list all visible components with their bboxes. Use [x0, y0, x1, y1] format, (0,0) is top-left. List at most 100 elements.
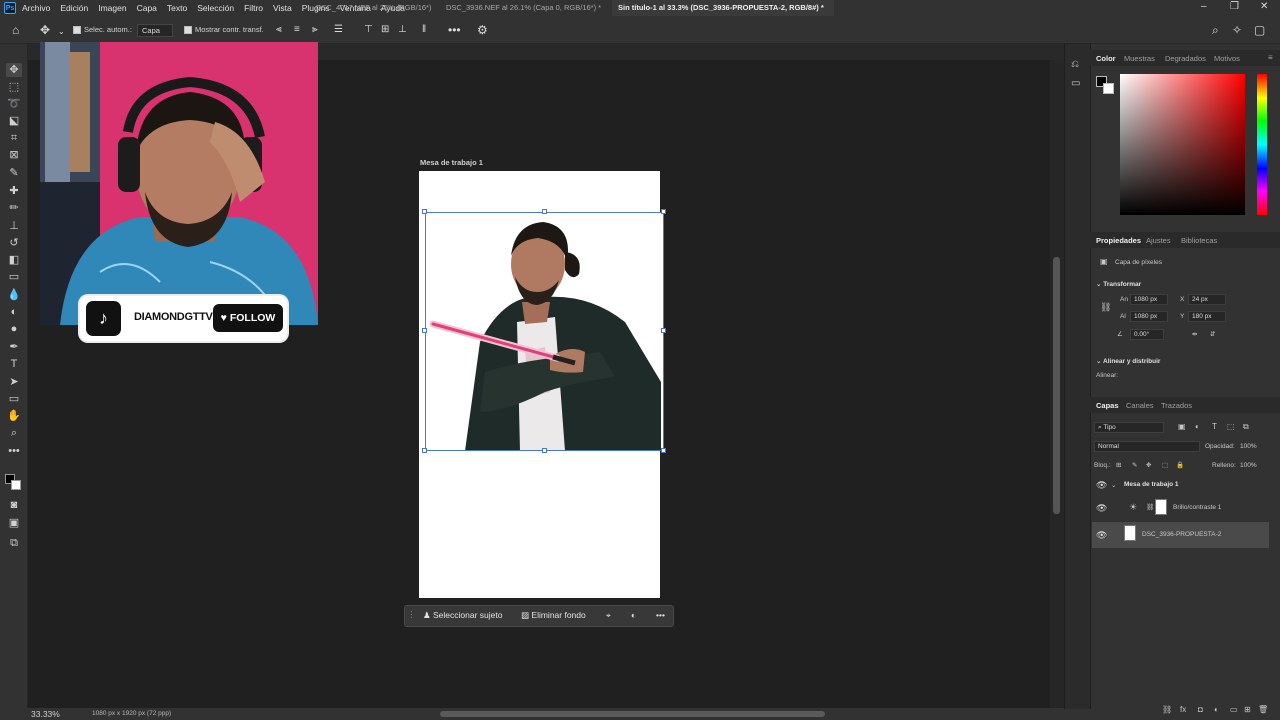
layer-thumbnail[interactable] — [1124, 525, 1136, 541]
move-tool-icon[interactable]: ✥ — [40, 23, 50, 37]
angle-field[interactable]: 0.00° — [1130, 329, 1164, 340]
lasso-tool-icon[interactable]: ➰ — [6, 97, 22, 111]
tab-dsc4017[interactable]: DSC_4017.NEF al 25% (RGB/16*) — [310, 0, 438, 16]
x-field[interactable]: 24 px — [1188, 294, 1226, 305]
zoom-level[interactable]: 33.33% — [31, 709, 60, 719]
show-transform-checkbox[interactable] — [184, 26, 192, 34]
new-layer-icon[interactable]: ⊞ — [1244, 705, 1251, 714]
new-adjustment-icon[interactable]: ◐ — [1214, 705, 1219, 714]
auto-select-dropdown[interactable]: Capa — [137, 24, 173, 37]
gradient-icon[interactable]: ▭ — [6, 270, 22, 284]
document-info[interactable]: 1080 px x 1920 px (72 ppp) — [92, 710, 171, 717]
lock-position-icon[interactable]: ✥ — [1146, 461, 1151, 469]
tab-propiedades[interactable]: Propiedades — [1096, 236, 1141, 245]
transform-handle-bottom-left[interactable] — [422, 448, 427, 453]
layer-name[interactable]: Brillo/contraste 1 — [1173, 504, 1221, 511]
hue-slider[interactable] — [1257, 74, 1267, 215]
select-subject-button[interactable]: ♟ Seleccionar sujeto — [423, 610, 502, 621]
close-window-icon[interactable]: ✕ — [1260, 1, 1268, 12]
vertical-scroll-thumb[interactable] — [1053, 257, 1060, 514]
comments-panel-icon[interactable]: ▭ — [1071, 78, 1080, 89]
color-background-swatch[interactable] — [1103, 83, 1114, 94]
distribute-icon[interactable]: ☰ — [334, 23, 343, 37]
align-right-icon[interactable]: ⫸ — [312, 23, 318, 37]
transform-bounding-box[interactable] — [425, 212, 664, 451]
path-select-icon[interactable]: ➤ — [6, 375, 22, 389]
healing-brush-icon[interactable]: ✚ — [6, 184, 22, 198]
layer-mask-thumbnail[interactable] — [1155, 499, 1167, 515]
transform-handle-bottom-right[interactable] — [661, 448, 666, 453]
zoom-tool-icon[interactable]: ⌕ — [6, 426, 22, 440]
width-field[interactable]: 1080 px — [1130, 294, 1168, 305]
tab-dsc3936[interactable]: DSC_3936.NEF al 26.1% (Capa 0, RGB/16*) … — [440, 0, 610, 16]
workspace-icon[interactable]: ▢ — [1254, 23, 1265, 37]
blur-icon[interactable]: 💧 — [6, 288, 22, 302]
extras-icon[interactable]: ⧉ — [6, 536, 22, 550]
tab-canales[interactable]: Canales — [1126, 401, 1154, 410]
transform-icon[interactable]: ⌖ — [606, 610, 611, 621]
filter-pixel-icon[interactable]: ▣ — [1178, 422, 1186, 431]
discover-icon[interactable]: ✧ — [1232, 23, 1242, 37]
edit-toolbar-icon[interactable]: ••• — [6, 444, 22, 458]
layer-name[interactable]: DSC_3936-PROPUESTA-2 — [1142, 531, 1221, 538]
fx-icon[interactable]: fx — [1180, 705, 1186, 714]
remove-background-button[interactable]: ▨ Eliminar fondo — [521, 610, 586, 621]
marquee-tool-icon[interactable]: ⬚ — [6, 80, 22, 94]
lock-all-icon[interactable]: 🔒 — [1176, 461, 1184, 469]
align-section-title[interactable]: ⌄ Alinear y distribuir — [1096, 357, 1160, 365]
eye-icon[interactable]: 👁 — [1096, 480, 1107, 491]
new-group-icon[interactable]: ▭ — [1230, 705, 1238, 714]
transform-handle-top-right[interactable] — [661, 209, 666, 214]
eye-icon[interactable]: 👁 — [1096, 503, 1107, 514]
flip-horizontal-icon[interactable]: ⇹ — [1192, 330, 1197, 338]
type-tool-icon[interactable]: T — [6, 357, 22, 371]
lock-artboard-icon[interactable]: ⬚ — [1162, 461, 1168, 469]
height-field[interactable]: 1080 px — [1130, 311, 1168, 322]
menu-archivo[interactable]: Archivo — [22, 3, 50, 13]
adjustment-icon[interactable]: ◐ — [631, 610, 636, 620]
filter-type-icon[interactable]: T — [1212, 422, 1217, 431]
align-top-icon[interactable]: ⊤ — [364, 23, 373, 37]
transform-handle-top[interactable] — [542, 209, 547, 214]
dodge-icon[interactable]: ◐ — [6, 305, 22, 319]
tab-color[interactable]: Color — [1096, 54, 1116, 63]
menu-capa[interactable]: Capa — [137, 3, 157, 13]
auto-select-checkbox[interactable] — [73, 26, 81, 34]
crop-tool-icon[interactable]: ⌗ — [6, 131, 22, 145]
tab-ajustes[interactable]: Ajustes — [1146, 236, 1171, 245]
artboard-label[interactable]: Mesa de trabajo 1 — [420, 158, 483, 167]
menu-imagen[interactable]: Imagen — [98, 3, 126, 13]
eye-icon[interactable]: 👁 — [1096, 530, 1107, 541]
menu-filtro[interactable]: Filtro — [244, 3, 263, 13]
opacity-value[interactable]: 100% — [1240, 443, 1257, 450]
move-tool-icon[interactable]: ✥ — [6, 63, 22, 77]
frame-tool-icon[interactable]: ⊠ — [6, 148, 22, 162]
history-panel-icon[interactable]: ⎌ — [1071, 59, 1079, 70]
search-icon[interactable]: ⌕ — [1212, 23, 1219, 37]
layer-filter-dropdown[interactable]: ⌕ Tipo — [1094, 422, 1164, 433]
fill-value[interactable]: 100% — [1240, 462, 1257, 469]
link-icon[interactable]: ⛓ — [1100, 302, 1111, 313]
distribute-vertical-icon[interactable]: ‖ — [422, 23, 426, 37]
more-icon[interactable]: ••• — [656, 610, 665, 620]
pen-tool-icon[interactable]: ✒ — [6, 340, 22, 354]
filter-smart-icon[interactable]: ⧉ — [1243, 422, 1249, 432]
tab-bibliotecas[interactable]: Bibliotecas — [1181, 236, 1217, 245]
chevron-down-icon[interactable]: ⌄ — [1111, 481, 1116, 489]
eraser-icon[interactable]: ◧ — [6, 253, 22, 267]
menu-vista[interactable]: Vista — [273, 3, 292, 13]
tab-sin-titulo[interactable]: Sin título-1 al 33.3% (DSC_3936-PROPUEST… — [612, 0, 834, 16]
lock-pixels-icon[interactable]: ⊞ — [1116, 461, 1121, 469]
history-brush-icon[interactable]: ↺ — [6, 236, 22, 250]
object-select-icon[interactable]: ⬕ — [6, 114, 22, 128]
align-left-icon[interactable]: ⫷ — [276, 23, 282, 37]
drag-handle-icon[interactable]: ⋮ — [407, 609, 416, 620]
menu-edicion[interactable]: Edición — [60, 3, 88, 13]
minimize-icon[interactable]: – — [1201, 1, 1207, 12]
link-layers-icon[interactable]: ⛓ — [1162, 705, 1172, 714]
color-picker-field[interactable] — [1120, 74, 1245, 215]
background-color-swatch[interactable] — [11, 480, 21, 490]
panel-menu-icon[interactable]: ≡ — [1268, 53, 1273, 62]
menu-seleccion[interactable]: Selección — [197, 3, 234, 13]
tab-degradados[interactable]: Degradados — [1165, 54, 1206, 63]
